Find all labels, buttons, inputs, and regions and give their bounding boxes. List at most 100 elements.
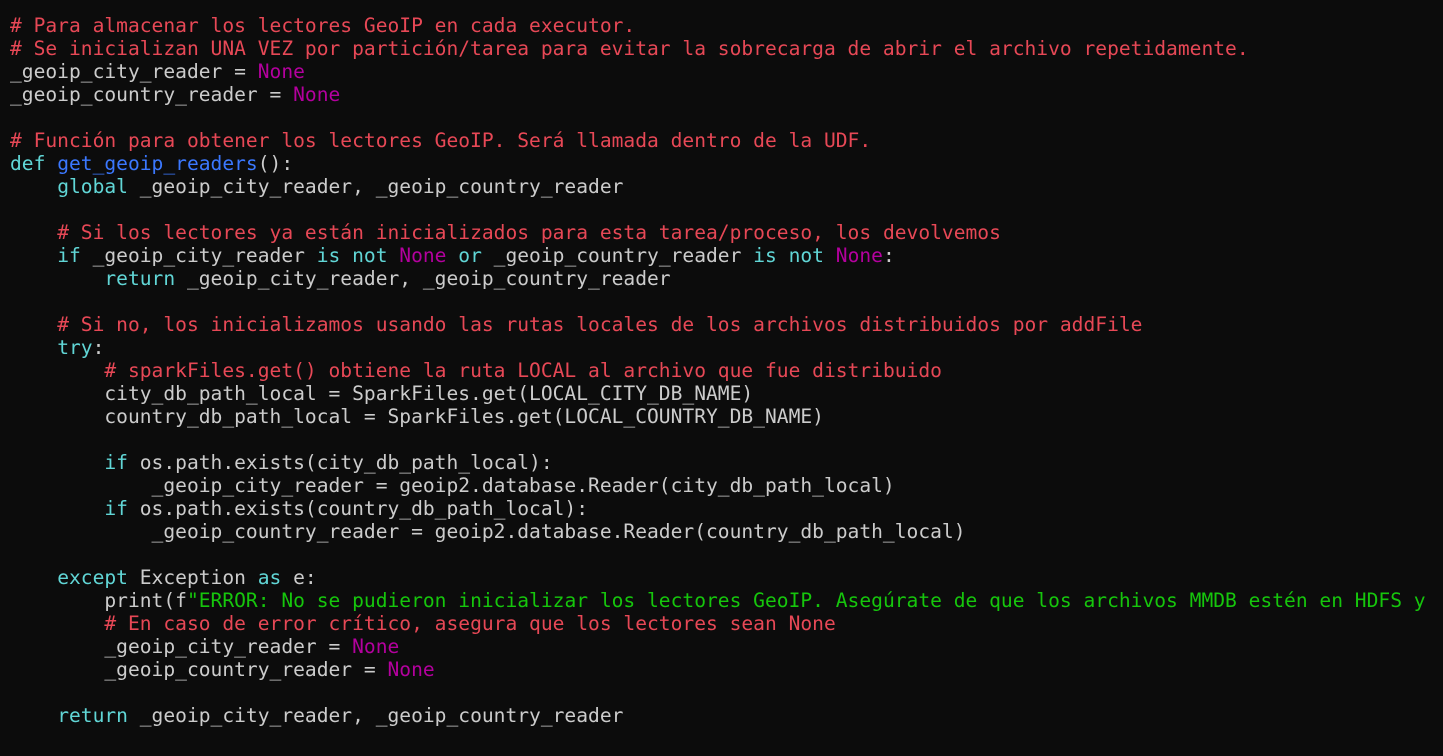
code-line: # En caso de error crítico, asegura que … <box>10 612 1443 635</box>
code-token-comment: # Si no, los inicializamos usando las ru… <box>57 313 1143 336</box>
code-token-default <box>10 175 57 198</box>
code-line: _geoip_country_reader = None <box>10 658 1443 681</box>
code-token-default: _geoip_country_reader = <box>10 83 294 106</box>
code-line: if os.path.exists(city_db_path_local): <box>10 451 1443 474</box>
code-token-default: _geoip_city_reader, _geoip_country_reade… <box>175 267 671 290</box>
code-token-default: _geoip_city_reader = geoip2.database.Rea… <box>10 474 895 497</box>
code-token-comment: # Función para obtener los lectores GeoI… <box>10 129 872 152</box>
code-line: _geoip_city_reader = None <box>10 635 1443 658</box>
code-token-keyword: not <box>352 244 388 267</box>
code-token-default: _geoip_country_reader = <box>10 658 388 681</box>
code-line: _geoip_city_reader = geoip2.database.Rea… <box>10 474 1443 497</box>
code-token-default: _geoip_city_reader, _geoip_country_reade… <box>127 704 624 727</box>
code-line: return _geoip_city_reader, _geoip_countr… <box>10 704 1443 727</box>
code-token-constant: None <box>352 635 400 658</box>
code-token-default: _geoip_city_reader, _geoip_country_reade… <box>127 175 624 198</box>
code-token-constant: None <box>293 83 341 106</box>
code-token-default: os.path.exists(city_db_path_local): <box>127 451 553 474</box>
code-line: country_db_path_local = SparkFiles.get(L… <box>10 405 1443 428</box>
code-token-default <box>824 244 836 267</box>
code-line: city_db_path_local = SparkFiles.get(LOCA… <box>10 382 1443 405</box>
code-line: # sparkFiles.get() obtiene la ruta LOCAL… <box>10 359 1443 382</box>
code-token-keyword: if <box>104 497 128 520</box>
code-token-default <box>388 244 400 267</box>
code-line: global _geoip_city_reader, _geoip_countr… <box>10 175 1443 198</box>
code-token-keyword: return <box>57 704 128 727</box>
code-line: # Función para obtener los lectores GeoI… <box>10 129 1443 152</box>
code-token-keyword: if <box>104 451 128 474</box>
code-token-comment: # Para almacenar los lectores GeoIP en c… <box>10 14 636 37</box>
code-token-default: _geoip_country_reader = geoip2.database.… <box>10 520 966 543</box>
code-token-keyword: is <box>316 244 341 267</box>
code-token-default <box>10 267 104 290</box>
code-token-default <box>340 244 352 267</box>
code-token-keyword: is <box>753 244 777 267</box>
code-token-default <box>777 244 789 267</box>
code-token-default: _geoip_city_reader = <box>10 60 258 83</box>
code-token-keyword: as <box>257 566 282 589</box>
code-editor[interactable]: # Para almacenar los lectores GeoIP en c… <box>0 0 1443 756</box>
code-token-default: print(f <box>10 589 187 612</box>
code-token-comment: # sparkFiles.get() obtiene la ruta LOCAL… <box>104 359 942 382</box>
code-token-function: get_geoip_readers <box>57 152 258 175</box>
code-line: # Si los lectores ya están inicializados… <box>10 221 1443 244</box>
code-token-default <box>10 336 57 359</box>
code-token-keyword: return <box>104 267 176 290</box>
code-token-keyword: def <box>10 152 58 175</box>
code-token-keyword: if <box>57 244 81 267</box>
code-line: _geoip_city_reader = None <box>10 60 1443 83</box>
code-token-default <box>10 612 104 635</box>
code-token-comment: # Se inicializan UNA VEZ por partición/t… <box>10 37 1249 60</box>
code-token-default: city_db_path_local = SparkFiles.get(LOCA… <box>10 382 754 405</box>
code-token-default: os.path.exists(country_db_path_local): <box>127 497 589 520</box>
code-line: # Si no, los inicializamos usando las ru… <box>10 313 1443 336</box>
code-token-default: country_db_path_local = SparkFiles.get(L… <box>10 405 824 428</box>
code-token-default: : <box>882 244 895 267</box>
code-token-constant: None <box>257 60 305 83</box>
code-token-keyword: except <box>57 566 128 589</box>
code-token-default <box>10 451 104 474</box>
code-line: _geoip_country_reader = None <box>10 83 1443 106</box>
code-token-default <box>446 244 458 267</box>
code-token-comment: # En caso de error crítico, asegura que … <box>104 612 836 635</box>
code-token-default <box>10 244 57 267</box>
code-line: # Se inicializan UNA VEZ por partición/t… <box>10 37 1443 60</box>
code-token-keyword: or <box>458 244 482 267</box>
code-token-default: _geoip_city_reader = <box>10 635 353 658</box>
code-token-default <box>10 566 57 589</box>
code-line: if os.path.exists(country_db_path_local)… <box>10 497 1443 520</box>
code-token-default <box>10 704 57 727</box>
code-token-default <box>10 221 57 244</box>
code-token-default <box>10 497 104 520</box>
code-token-constant: None <box>399 244 447 267</box>
code-token-default: : <box>92 336 105 359</box>
code-token-comment: # Si los lectores ya están inicializados… <box>57 221 1001 244</box>
code-line: try: <box>10 336 1443 359</box>
code-line: except Exception as e: <box>10 566 1443 589</box>
code-token-keyword: global <box>57 175 128 198</box>
code-token-constant: None <box>835 244 883 267</box>
code-token-default <box>10 313 57 336</box>
code-line: print(f"ERROR: No se pudieron inicializa… <box>10 589 1443 612</box>
code-line: return _geoip_city_reader, _geoip_countr… <box>10 267 1443 290</box>
code-line: if _geoip_city_reader is not None or _ge… <box>10 244 1443 267</box>
code-token-keyword: try <box>57 336 93 359</box>
code-token-default <box>10 359 104 382</box>
code-token-keyword: not <box>788 244 824 267</box>
code-token-default: Exception <box>127 566 258 589</box>
code-token-string: "ERROR: No se pudieron inicializar los l… <box>186 589 1426 612</box>
code-line: # Para almacenar los lectores GeoIP en c… <box>10 14 1443 37</box>
code-token-default: _geoip_country_reader <box>481 244 754 267</box>
code-line: def get_geoip_readers(): <box>10 152 1443 175</box>
code-token-default: e: <box>281 566 317 589</box>
code-token-default: _geoip_city_reader <box>80 244 317 267</box>
code-token-default: (): <box>257 152 294 175</box>
code-token-constant: None <box>387 658 435 681</box>
code-line: _geoip_country_reader = geoip2.database.… <box>10 520 1443 543</box>
